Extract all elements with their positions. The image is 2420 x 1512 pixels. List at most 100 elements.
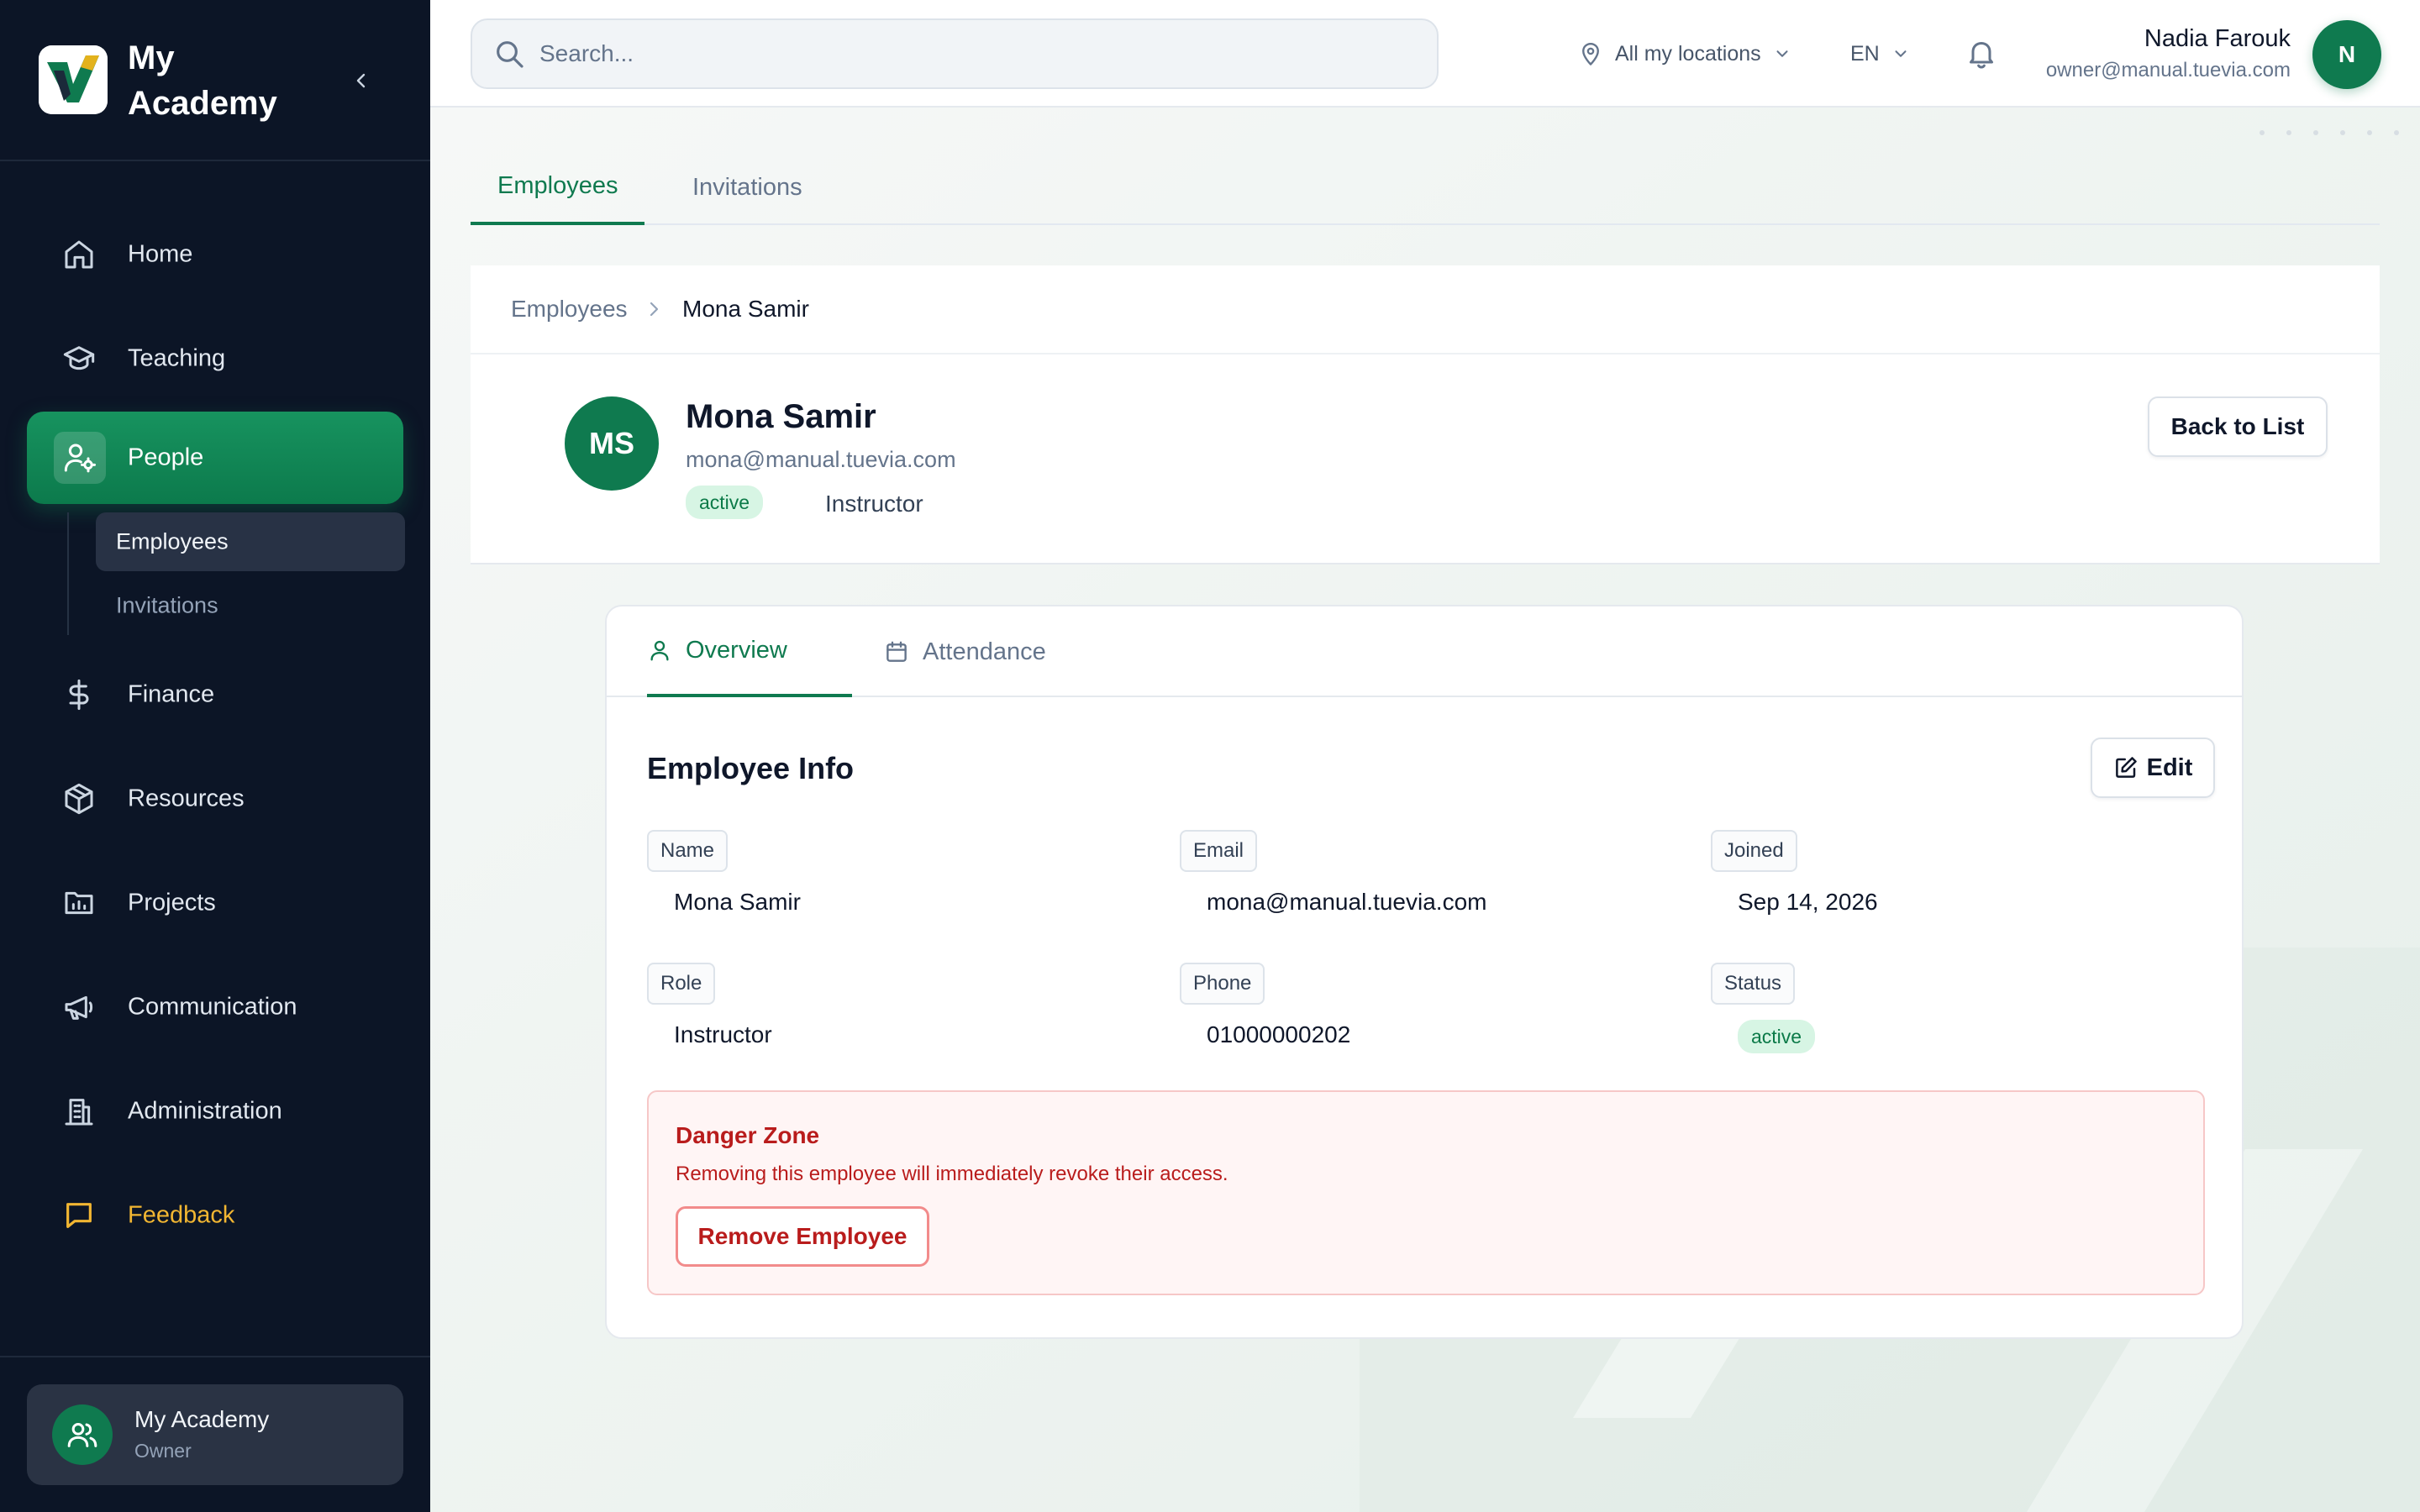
field-joined: Joined Sep 14, 2026 [1711, 830, 1878, 915]
field-email: Email mona@manual.tuevia.com [1180, 830, 1486, 915]
academy-logo-icon [39, 45, 108, 114]
sidebar-item-label: Feedback [128, 1201, 235, 1229]
tab-employees[interactable]: Employees [471, 150, 645, 225]
sidebar-item-communication[interactable]: Communication [27, 961, 403, 1053]
collapse-sidebar-button[interactable] [346, 64, 376, 97]
account-switcher[interactable]: My Academy Owner [27, 1384, 403, 1485]
employee-name: Mona Samir [686, 398, 876, 435]
field-label: Email [1180, 830, 1258, 872]
employee-email: mona@manual.tuevia.com [686, 447, 956, 472]
chevron-down-icon [1776, 50, 1788, 57]
brand-name: My Academy [128, 39, 277, 122]
employee-header-panel: Employees Mona Samir MS Mona Samir mona@… [471, 265, 2380, 564]
field-value: mona@manual.tuevia.com [1207, 889, 1487, 915]
subnav-item-label: Invitations [116, 592, 218, 618]
tab-invitations[interactable]: Invitations [666, 150, 829, 225]
account-name: My Academy [134, 1406, 270, 1432]
graduation-cap-icon [60, 340, 97, 377]
edit-icon [2115, 757, 2137, 778]
field-label: Phone [1180, 963, 1265, 1005]
sidebar-item-people[interactable]: People [27, 412, 403, 504]
tab-attendance[interactable]: Attendance [884, 606, 1046, 697]
chevron-left-icon [356, 73, 366, 88]
user-email: owner@manual.tuevia.com [2045, 59, 2291, 81]
breadcrumb-current: Mona Samir [682, 296, 809, 322]
dollar-icon [60, 676, 97, 713]
remove-employee-button[interactable]: Remove Employee [676, 1206, 929, 1267]
field-status: Status active [1711, 963, 1816, 1053]
map-pin-icon [1582, 42, 1599, 66]
message-square-icon [60, 1197, 97, 1234]
location-selector[interactable]: All my locations [1578, 34, 1791, 74]
sidebar-item-teaching[interactable]: Teaching [27, 312, 403, 405]
tab-overview[interactable]: Overview [647, 606, 852, 697]
field-value: active [1738, 1020, 1816, 1053]
field-role: Role Instructor [647, 963, 772, 1047]
subnav-item-label: Employees [116, 528, 229, 554]
sidebar-item-administration[interactable]: Administration [27, 1065, 403, 1158]
sidebar-footer: My Academy Owner [0, 1356, 430, 1512]
location-label: All my locations [1615, 41, 1761, 66]
field-label: Status [1711, 963, 1796, 1005]
edit-button[interactable]: Edit [2091, 738, 2215, 798]
search-box [471, 18, 1439, 89]
sidebar-item-resources[interactable]: Resources [27, 753, 403, 845]
subnav-item-invitations[interactable]: Invitations [96, 576, 405, 635]
field-phone: Phone 01000000202 [1180, 963, 1350, 1047]
field-value: Instructor [674, 1021, 772, 1047]
bell-icon [1970, 42, 1993, 69]
field-value: Sep 14, 2026 [1738, 889, 1878, 915]
language-selector[interactable]: EN [1850, 34, 1910, 74]
sidebar: My Academy Home Teaching People Employee… [0, 0, 430, 1512]
people-subnav: Employees Invitations [67, 512, 405, 635]
field-value: Mona Samir [674, 889, 801, 915]
field-name: Name Mona Samir [647, 830, 801, 915]
package-icon [60, 780, 97, 817]
danger-zone-title: Danger Zone [676, 1122, 820, 1148]
user-icon [647, 638, 672, 663]
sidebar-item-finance[interactable]: Finance [27, 648, 403, 741]
sidebar-item-label: Home [128, 240, 193, 268]
tab-label: Overview [686, 636, 787, 664]
people-tabs: Employees Invitations [471, 150, 2380, 225]
calendar-icon [884, 639, 909, 664]
field-label: Role [647, 963, 716, 1005]
status-badge: active [1738, 1020, 1816, 1053]
employee-avatar: MS [565, 396, 659, 491]
users-icon [52, 1404, 113, 1465]
user-cog-icon [54, 432, 106, 484]
search-input[interactable] [539, 20, 1413, 87]
employee-role: Instructor [825, 491, 923, 517]
sidebar-item-label: Finance [128, 680, 215, 708]
user-avatar[interactable]: N [2312, 20, 2381, 89]
sidebar-item-feedback[interactable]: Feedback [27, 1169, 403, 1262]
breadcrumb: Employees Mona Samir [471, 265, 2380, 354]
chevron-right-icon [644, 299, 664, 319]
detail-tabs: Overview Attendance [607, 606, 2242, 697]
back-to-list-button[interactable]: Back to List [2148, 396, 2328, 457]
building-icon [60, 1093, 97, 1130]
search-icon [492, 37, 526, 71]
sidebar-item-projects[interactable]: Projects [27, 857, 403, 949]
folder-chart-icon [60, 885, 97, 921]
breadcrumb-employees-link[interactable]: Employees [511, 296, 628, 323]
sidebar-item-label: Teaching [128, 344, 226, 372]
sidebar-item-home[interactable]: Home [27, 208, 403, 301]
brand-header: My Academy [0, 0, 430, 161]
user-name: Nadia Farouk [2144, 25, 2291, 52]
danger-zone: Danger Zone Removing this employee will … [647, 1090, 2205, 1295]
language-label: EN [1850, 41, 1880, 66]
home-icon [60, 236, 97, 273]
field-label: Joined [1711, 830, 1797, 872]
sidebar-item-label: People [128, 444, 204, 471]
account-role: Owner [134, 1440, 192, 1462]
sidebar-item-label: Communication [128, 993, 297, 1021]
sidebar-item-label: Projects [128, 889, 216, 916]
field-label: Name [647, 830, 729, 872]
top-bar: All my locations EN Nadia Farouk owner@m… [430, 0, 2420, 108]
main-content: Employees Invitations Employees Mona Sam… [430, 108, 2420, 1512]
danger-zone-text: Removing this employee will immediately … [676, 1163, 1228, 1185]
sidebar-item-label: Administration [128, 1097, 282, 1125]
notifications-button[interactable] [1961, 34, 2002, 74]
subnav-item-employees[interactable]: Employees [96, 512, 405, 571]
